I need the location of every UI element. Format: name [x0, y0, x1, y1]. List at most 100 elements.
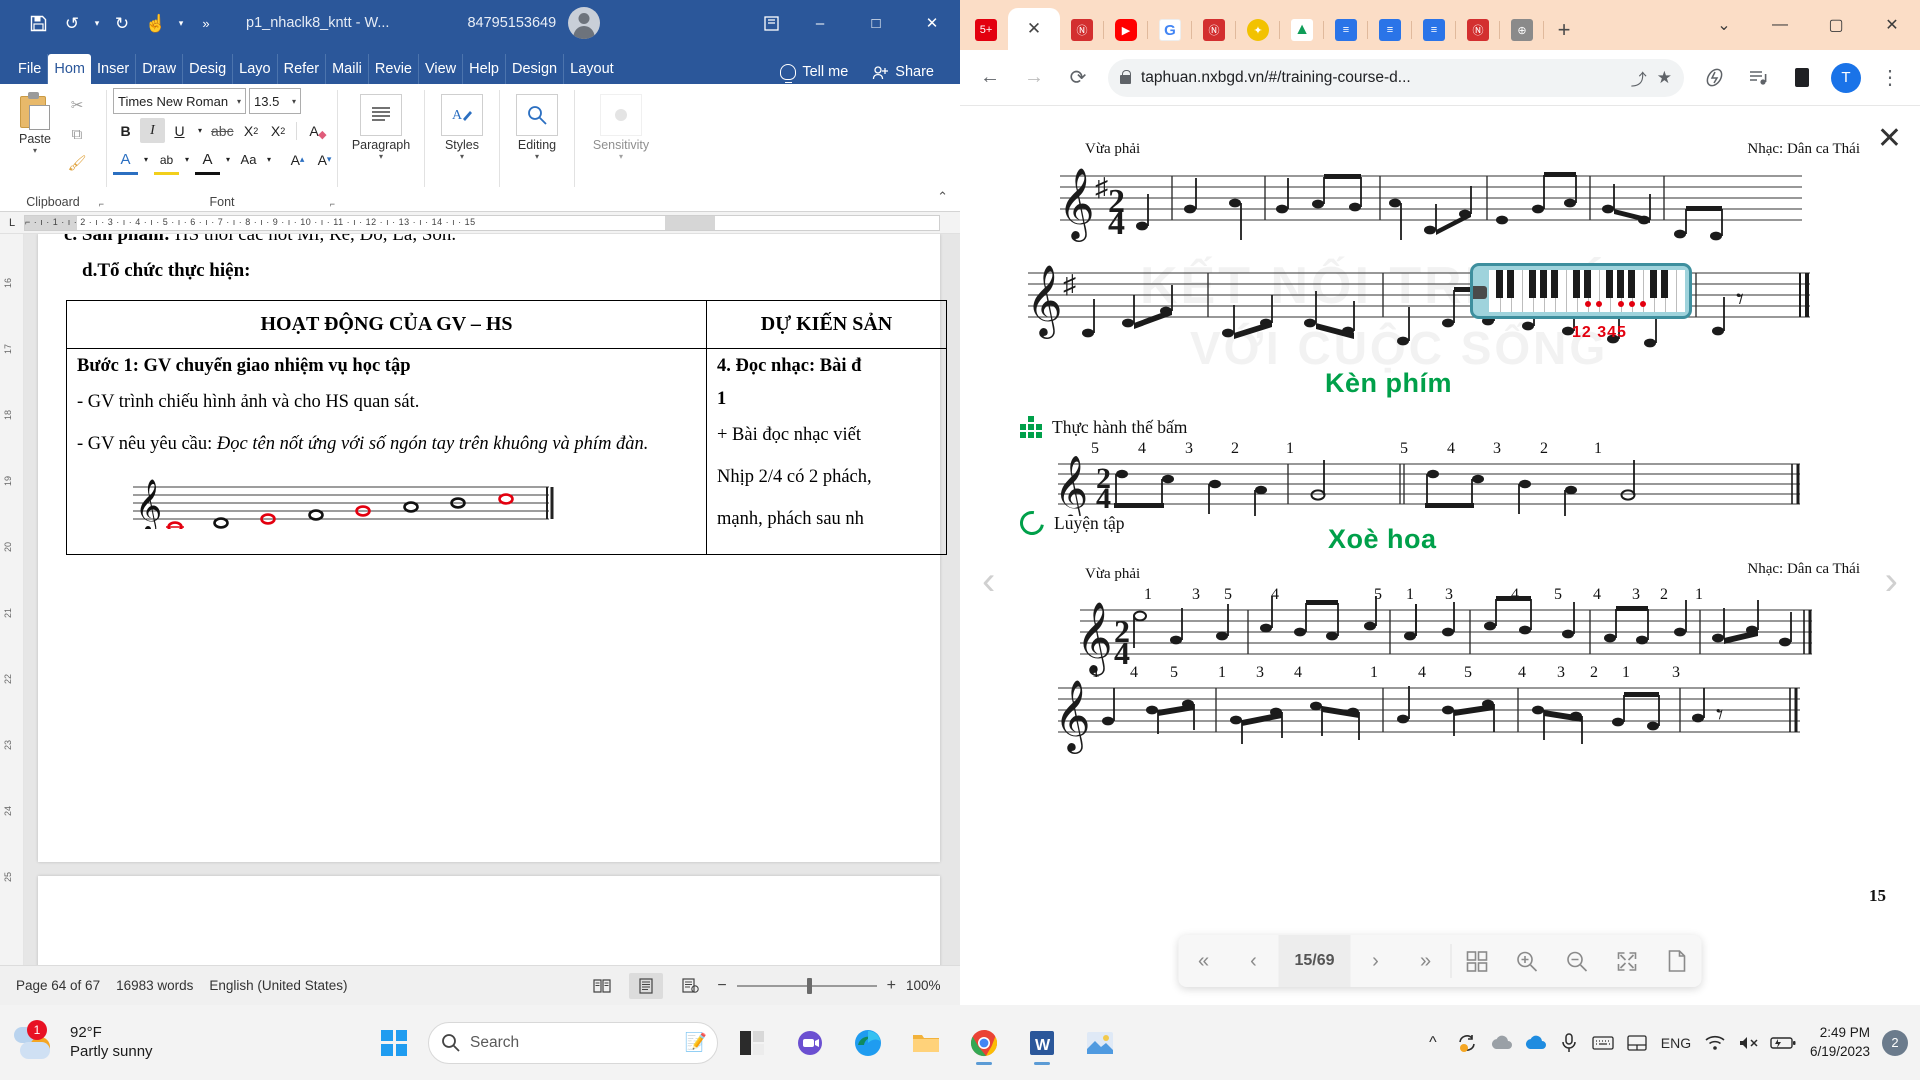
tab-puzzle[interactable]: ✦	[1236, 10, 1280, 50]
tab-help[interactable]: Help	[463, 54, 506, 84]
music-staff-image[interactable]: 𝄞	[125, 472, 696, 529]
taskbar-edge[interactable]	[844, 1017, 892, 1069]
page-view-icon[interactable]	[1652, 935, 1702, 987]
document-page-64[interactable]: c. Sản phẩm: HS thổi các nốt Mi, Rê, Đô,…	[38, 234, 947, 862]
minimize-button[interactable]: –	[792, 0, 848, 46]
avatar[interactable]	[568, 7, 601, 39]
save-icon[interactable]	[22, 7, 54, 39]
minimize-button[interactable]: —	[1752, 0, 1808, 50]
tab-search-icon[interactable]: ⌄	[1696, 0, 1752, 50]
first-page-button[interactable]: «	[1179, 935, 1229, 987]
close-button[interactable]: ✕	[904, 0, 960, 46]
last-page-button[interactable]: »	[1401, 935, 1451, 987]
profile-avatar[interactable]: T	[1831, 62, 1861, 93]
font-name-input[interactable]: Times New Roman ▾	[113, 88, 246, 114]
tab-globe[interactable]: ⊕	[1500, 10, 1544, 50]
undo-dropdown-icon[interactable]: ▾	[90, 7, 104, 39]
onedrive-grey-icon[interactable]	[1486, 1026, 1516, 1060]
copy-icon[interactable]: ⧉	[66, 123, 88, 145]
redo-icon[interactable]: ↻	[106, 7, 138, 39]
zoom-level[interactable]: 100%	[906, 978, 946, 993]
reading-list-icon[interactable]	[1738, 58, 1778, 98]
tab-youtube[interactable]: ▶	[1104, 10, 1148, 50]
clock[interactable]: 2:49 PM 6/19/2023	[1802, 1024, 1878, 1060]
tab-insert[interactable]: Inser	[91, 54, 137, 84]
clear-formatting-icon[interactable]: A ◆	[302, 118, 326, 143]
onedrive-blue-icon[interactable]	[1520, 1026, 1550, 1060]
tab-mailings[interactable]: Maili	[326, 54, 369, 84]
font-color-icon[interactable]: A	[195, 147, 220, 175]
zoom-out-button[interactable]: −	[717, 977, 726, 995]
tab-home[interactable]: Hom	[48, 54, 91, 84]
chevron-down-icon[interactable]: ▾	[140, 147, 152, 172]
tray-overflow-icon[interactable]: ^	[1418, 1026, 1448, 1060]
ribbon-display-options-icon[interactable]	[750, 0, 792, 46]
undo-icon[interactable]: ↺	[56, 7, 88, 39]
chevron-down-icon[interactable]: ▾	[460, 152, 464, 161]
read-mode-icon[interactable]	[585, 973, 619, 999]
print-layout-icon[interactable]	[629, 972, 664, 999]
chrome-menu-button[interactable]: ⋮	[1870, 58, 1910, 98]
ruler-track[interactable]: ⌐ · ı · 1 · ı · 2 · ı · 3 · ı · 4 · ı · …	[24, 214, 940, 231]
notification-count-badge[interactable]: 2	[1882, 1029, 1908, 1056]
tab-design[interactable]: Desig	[183, 54, 234, 84]
tab-nxbgd-1[interactable]: Ⓝ	[1060, 10, 1104, 50]
maximize-button[interactable]: ▢	[1808, 0, 1864, 50]
chevron-down-icon[interactable]: ▾	[181, 147, 193, 172]
web-layout-icon[interactable]	[673, 973, 707, 999]
prev-page-arrow-icon[interactable]: ‹	[982, 561, 995, 601]
bookmark-star-icon[interactable]: ★	[1657, 68, 1672, 88]
tab-view[interactable]: View	[419, 54, 464, 84]
tab-stop-selector[interactable]: L	[0, 212, 24, 234]
back-button[interactable]: ←	[970, 58, 1010, 98]
chevron-down-icon[interactable]: ▾	[263, 147, 275, 172]
shrink-font-icon[interactable]: A ▾	[312, 147, 337, 172]
underline-dropdown-icon[interactable]: ▾	[194, 118, 206, 143]
subscript-button[interactable]: X2	[239, 118, 264, 143]
start-button[interactable]	[370, 1017, 418, 1069]
font-size-input[interactable]: 13.5 ▾	[249, 88, 301, 114]
forward-button[interactable]: →	[1014, 58, 1054, 98]
address-bar[interactable]: taphuan.nxbgd.vn/#/training-course-d... …	[1108, 58, 1684, 97]
format-painter-icon[interactable]: 🖌	[66, 152, 88, 174]
more-commands-icon[interactable]: »	[190, 7, 222, 39]
tab-draw[interactable]: Draw	[136, 54, 184, 84]
thumbnails-grid-icon[interactable]	[1452, 935, 1502, 987]
chevron-down-icon[interactable]: ▾	[237, 97, 241, 106]
tab-layout-contextual[interactable]: Layout	[564, 54, 620, 84]
tab-zalo[interactable]: 5+	[964, 10, 1008, 50]
ribbon-group-editing[interactable]: Editing ▾	[500, 84, 574, 211]
tab-references[interactable]: Refer	[278, 54, 327, 84]
fit-screen-icon[interactable]	[1602, 935, 1652, 987]
wifi-icon[interactable]	[1700, 1026, 1730, 1060]
collapse-ribbon-icon[interactable]: ⌃	[937, 189, 948, 205]
chevron-down-icon[interactable]: ▾	[33, 147, 37, 155]
extension-icon[interactable]	[1694, 58, 1734, 98]
chevron-down-icon[interactable]: ▾	[535, 152, 539, 161]
grow-font-icon[interactable]: A ▴	[285, 147, 310, 172]
document-page-65[interactable]	[38, 876, 940, 974]
close-icon[interactable]: ✕	[1877, 124, 1902, 154]
change-case-icon[interactable]: Aa	[236, 147, 261, 172]
font-dialog-launcher[interactable]: ⌐	[330, 199, 335, 209]
strikethrough-button[interactable]: abc	[208, 118, 237, 143]
italic-button[interactable]: I	[140, 118, 165, 143]
page-indicator[interactable]: Page 64 of 67	[16, 978, 100, 993]
language-indicator[interactable]: ENG	[1656, 1026, 1696, 1060]
word-count[interactable]: 16983 words	[116, 978, 193, 993]
tab-google-docs-1[interactable]: ≡	[1324, 10, 1368, 50]
chevron-down-icon[interactable]: ▾	[222, 147, 234, 172]
table-cell-right[interactable]: 4. Đọc nhạc: Bài đ 1 + Bài đọc nhạc viết…	[706, 347, 947, 556]
chevron-down-icon[interactable]: ▾	[292, 97, 296, 106]
search-box[interactable]: Search 📝	[428, 1021, 718, 1064]
previous-page-button[interactable]: ‹	[1229, 935, 1279, 987]
reload-button[interactable]: ⟳	[1058, 58, 1098, 98]
paste-button[interactable]: Paste ▾	[6, 88, 64, 174]
taskbar-word[interactable]: W	[1018, 1017, 1066, 1069]
chevron-down-icon[interactable]: ▾	[619, 152, 623, 161]
tab-layout[interactable]: Layo	[233, 54, 278, 84]
ribbon-group-paragraph[interactable]: Paragraph ▾	[338, 84, 424, 211]
chevron-down-icon[interactable]: ▾	[379, 152, 383, 161]
zoom-in-button[interactable]: +	[887, 977, 896, 995]
touchpad-icon[interactable]	[1622, 1026, 1652, 1060]
